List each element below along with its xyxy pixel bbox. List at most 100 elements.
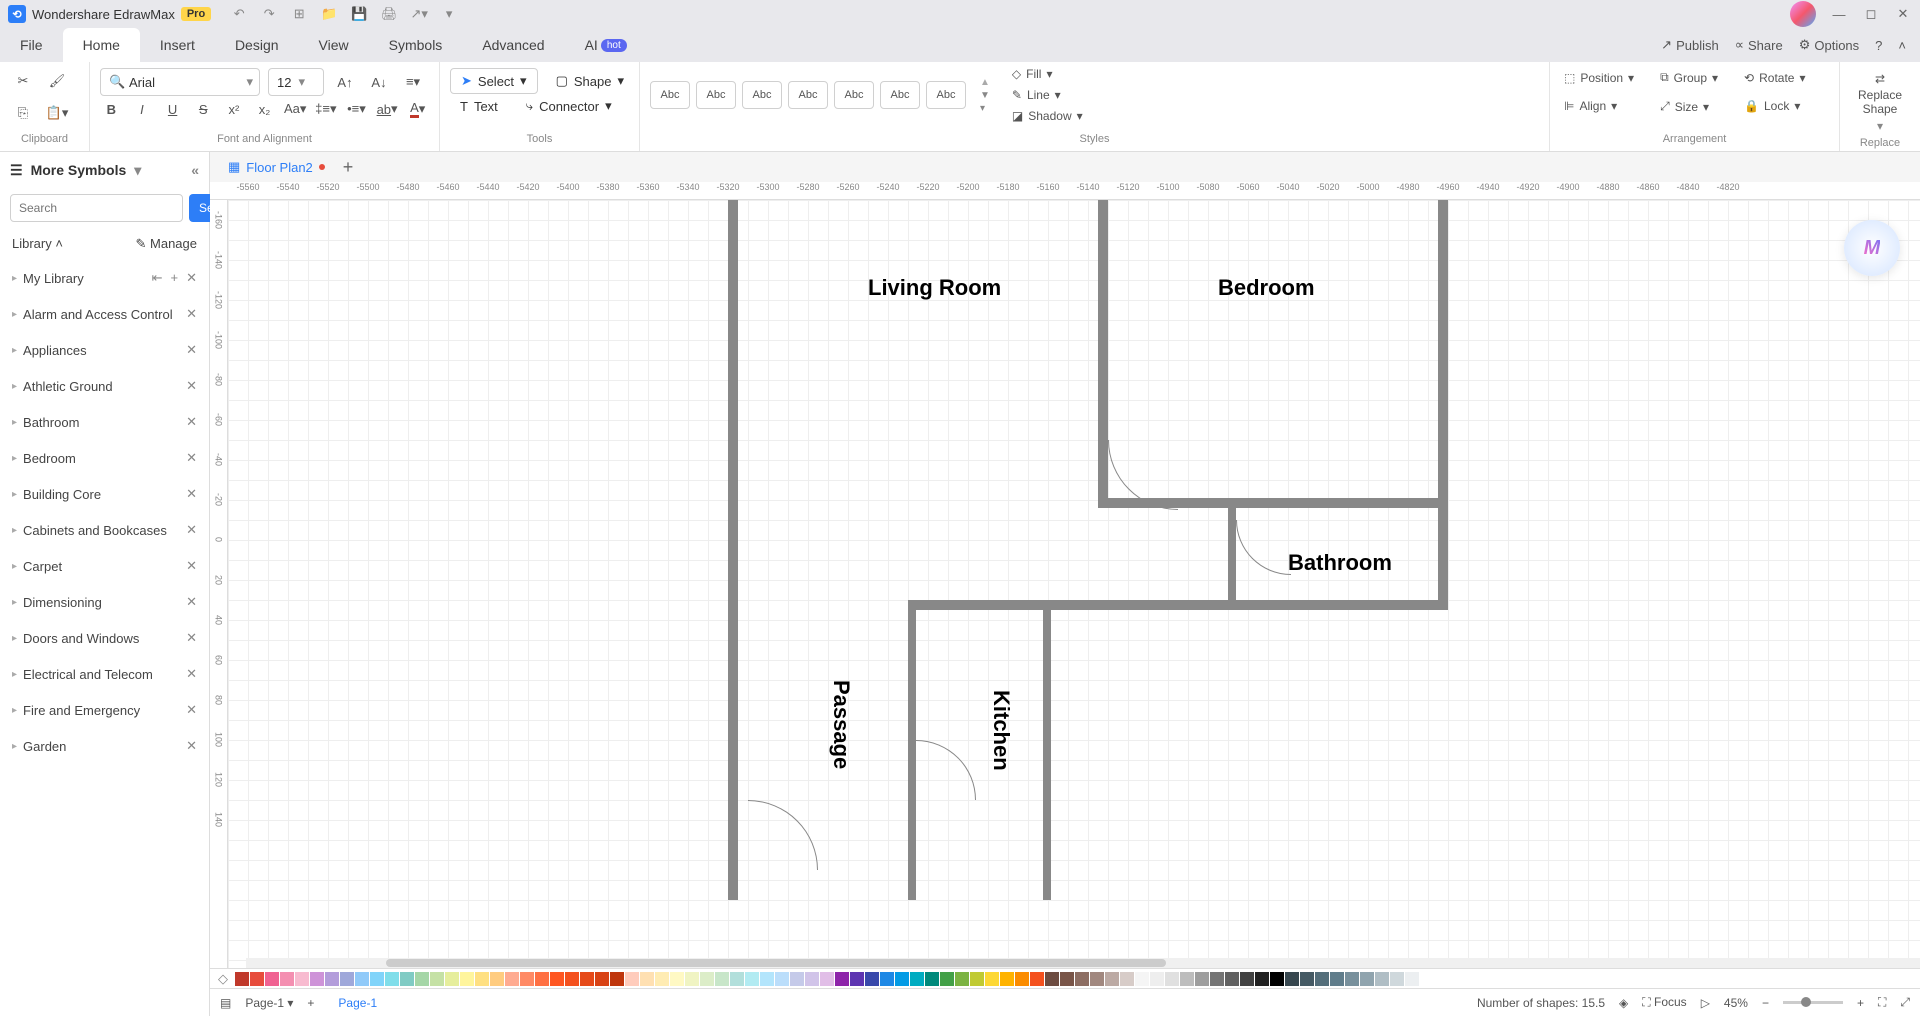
color-swatch[interactable] <box>760 972 774 986</box>
color-swatch[interactable] <box>910 972 924 986</box>
color-swatch[interactable] <box>955 972 969 986</box>
focus-button[interactable]: ⛶ Focus <box>1642 995 1686 1010</box>
close-icon[interactable]: ✕ <box>186 378 197 394</box>
color-swatch[interactable] <box>580 972 594 986</box>
page-tab[interactable]: Page-1 <box>328 996 387 1010</box>
shape-tool[interactable]: ▢Shape ▾ <box>546 69 634 93</box>
close-icon[interactable]: ✕ <box>186 486 197 502</box>
style-thumb[interactable]: Abc <box>650 81 690 109</box>
lock-button[interactable]: 🔒Lock▾ <box>1740 97 1809 115</box>
avatar[interactable] <box>1790 1 1816 27</box>
color-swatch[interactable] <box>715 972 729 986</box>
close-icon[interactable]: ✕ <box>186 270 197 286</box>
wall[interactable] <box>908 600 1448 610</box>
close-icon[interactable]: ✕ <box>186 522 197 538</box>
color-swatch[interactable] <box>1300 972 1314 986</box>
color-swatch[interactable] <box>925 972 939 986</box>
pages-icon[interactable]: ▤ <box>220 996 231 1010</box>
publish-button[interactable]: ↗Publish <box>1661 37 1719 53</box>
no-fill-icon[interactable]: ◇ <box>218 971 228 987</box>
wall[interactable] <box>908 600 916 900</box>
align-button[interactable]: ⊫Align▾ <box>1560 97 1638 115</box>
color-swatch[interactable] <box>1045 972 1059 986</box>
color-swatch[interactable] <box>295 972 309 986</box>
color-swatch[interactable] <box>1225 972 1239 986</box>
color-swatch[interactable] <box>745 972 759 986</box>
color-swatch[interactable] <box>685 972 699 986</box>
strike-icon[interactable]: S <box>192 96 215 122</box>
case-icon[interactable]: Aa▾ <box>284 96 307 122</box>
color-swatch[interactable] <box>1330 972 1344 986</box>
color-swatch[interactable] <box>1180 972 1194 986</box>
tab-symbols[interactable]: Symbols <box>369 28 463 62</box>
position-button[interactable]: ⬚Position▾ <box>1560 69 1638 87</box>
color-swatch[interactable] <box>1240 972 1254 986</box>
room-label-kitchen[interactable]: Kitchen <box>988 690 1014 771</box>
maximize-icon[interactable]: ◻ <box>1862 5 1880 23</box>
color-swatch[interactable] <box>1105 972 1119 986</box>
format-painter-icon[interactable]: 🖌 <box>44 68 70 94</box>
tab-insert[interactable]: Insert <box>140 28 215 62</box>
close-icon[interactable]: ✕ <box>186 450 197 466</box>
style-thumb[interactable]: Abc <box>788 81 828 109</box>
add-page-button[interactable]: + <box>307 996 314 1010</box>
style-thumb[interactable]: Abc <box>696 81 736 109</box>
add-icon[interactable]: + <box>171 270 179 286</box>
color-swatch[interactable] <box>400 972 414 986</box>
cut-icon[interactable]: ✂ <box>10 68 36 94</box>
color-swatch[interactable] <box>1285 972 1299 986</box>
color-swatch[interactable] <box>835 972 849 986</box>
style-thumb[interactable]: Abc <box>834 81 874 109</box>
style-thumb[interactable]: Abc <box>742 81 782 109</box>
lib-item[interactable]: ▸Alarm and Access Control✕ <box>0 296 209 332</box>
color-swatch[interactable] <box>1000 972 1014 986</box>
color-swatch[interactable] <box>595 972 609 986</box>
color-swatch[interactable] <box>1150 972 1164 986</box>
color-swatch[interactable] <box>625 972 639 986</box>
color-swatch[interactable] <box>730 972 744 986</box>
color-swatch[interactable] <box>505 972 519 986</box>
tab-home[interactable]: Home <box>63 28 140 62</box>
close-icon[interactable]: ✕ <box>186 594 197 610</box>
color-swatch[interactable] <box>895 972 909 986</box>
share-button[interactable]: ∝Share <box>1735 37 1783 53</box>
room-label-bathroom[interactable]: Bathroom <box>1288 550 1392 576</box>
add-tab-button[interactable]: + <box>343 157 354 178</box>
color-swatch[interactable] <box>415 972 429 986</box>
color-swatch[interactable] <box>445 972 459 986</box>
connector-tool[interactable]: ⤷Connector ▾ <box>516 94 622 118</box>
wall[interactable] <box>1098 200 1108 505</box>
wall[interactable] <box>728 200 738 900</box>
color-swatch[interactable] <box>775 972 789 986</box>
color-swatch[interactable] <box>535 972 549 986</box>
fullscreen-icon[interactable]: ⤢ <box>1900 995 1910 1010</box>
highlight-icon[interactable]: ab▾ <box>376 96 399 122</box>
color-swatch[interactable] <box>1390 972 1404 986</box>
color-swatch[interactable] <box>1315 972 1329 986</box>
close-icon[interactable]: ✕ <box>186 738 197 754</box>
color-swatch[interactable] <box>1255 972 1269 986</box>
line-spacing-icon[interactable]: ‡≡▾ <box>314 96 337 122</box>
redo-icon[interactable]: ↷ <box>261 6 277 22</box>
select-tool[interactable]: ➤Select ▾ <box>450 68 538 94</box>
color-swatch[interactable] <box>820 972 834 986</box>
lib-item[interactable]: ▸Building Core✕ <box>0 476 209 512</box>
color-swatch[interactable] <box>1135 972 1149 986</box>
superscript-icon[interactable]: x² <box>223 96 246 122</box>
color-swatch[interactable] <box>805 972 819 986</box>
color-swatch[interactable] <box>370 972 384 986</box>
font-size-select[interactable]: 12▾ <box>268 68 324 96</box>
import-icon[interactable]: ⇤ <box>152 270 163 286</box>
page-select[interactable]: Page-1 ▾ <box>245 996 293 1010</box>
zoom-level[interactable]: 45% <box>1724 996 1748 1010</box>
ai-assistant-button[interactable]: M <box>1844 220 1900 276</box>
close-icon[interactable]: ✕ <box>186 342 197 358</box>
tab-file[interactable]: File <box>0 28 63 62</box>
more-icon[interactable]: ▾ <box>441 6 457 22</box>
lib-item[interactable]: ▸Appliances✕ <box>0 332 209 368</box>
undo-icon[interactable]: ↶ <box>231 6 247 22</box>
style-thumb[interactable]: Abc <box>880 81 920 109</box>
color-swatch[interactable] <box>325 972 339 986</box>
tab-ai[interactable]: AIhot <box>565 28 647 62</box>
close-icon[interactable]: ✕ <box>186 702 197 718</box>
